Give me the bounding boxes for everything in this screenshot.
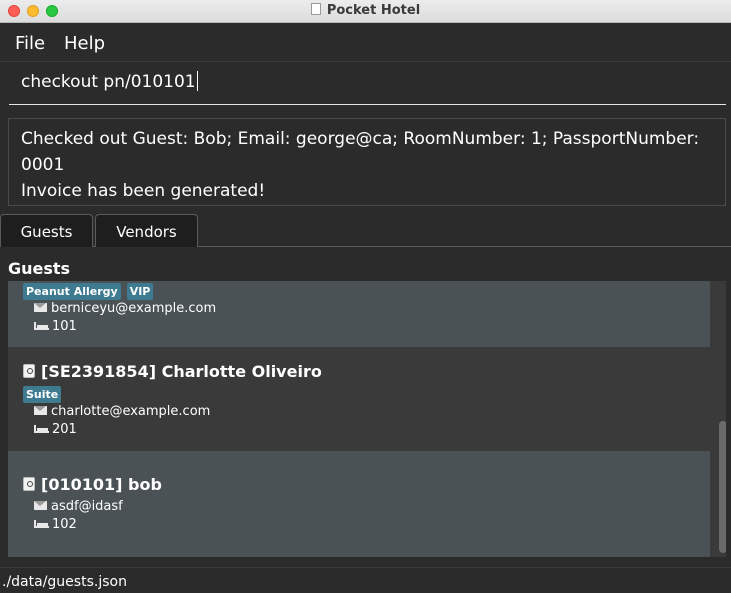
panel-title: Guests <box>8 259 71 278</box>
menu-help[interactable]: Help <box>64 33 105 54</box>
guest-email-row: berniceyu@example.com <box>34 301 216 316</box>
tag-badge: VIP <box>126 283 154 300</box>
guest-card[interactable]: Peanut Allergy VIP berniceyu@example.com … <box>8 281 710 347</box>
guest-list[interactable]: Peanut Allergy VIP berniceyu@example.com … <box>8 281 726 557</box>
tab-bar: Guests Vendors <box>0 212 731 247</box>
guest-passport: [010101] <box>41 475 123 494</box>
command-box: checkout pn/010101 <box>0 62 731 112</box>
tab-vendors[interactable]: Vendors <box>95 214 198 247</box>
guest-name: bob <box>128 475 162 494</box>
passport-icon <box>23 477 35 491</box>
guest-header: [SE2391854] Charlotte Oliveiro <box>23 362 322 381</box>
tab-guests[interactable]: Guests <box>0 214 93 247</box>
text-caret <box>196 71 198 91</box>
document-icon <box>310 3 321 15</box>
command-text: checkout pn/010101 <box>21 72 196 92</box>
result-display-area: Checked out Guest: Bob; Email: george@ca… <box>0 112 731 212</box>
mail-icon <box>34 303 47 312</box>
bed-icon <box>34 322 49 330</box>
result-line-1: Checked out Guest: Bob; Email: george@ca… <box>21 129 700 175</box>
guest-passport: [SE2391854] <box>41 362 157 381</box>
scrollbar-thumb[interactable] <box>719 421 726 553</box>
guest-room-row: 101 <box>34 319 77 334</box>
menu-file[interactable]: File <box>15 33 45 54</box>
guest-email: asdf@idasf <box>51 499 123 514</box>
window-title: Pocket Hotel <box>326 3 421 18</box>
guest-email: berniceyu@example.com <box>51 301 217 316</box>
mail-icon <box>34 501 47 510</box>
guest-card[interactable]: [010101] bob asdf@idasf 102 <box>8 451 710 557</box>
guest-list-panel: Guests Peanut Allergy VIP berniceyu@examp… <box>0 247 731 567</box>
guest-room-row: 102 <box>34 517 77 532</box>
command-input[interactable]: checkout pn/010101 <box>9 69 726 105</box>
bed-icon <box>34 520 49 528</box>
guest-room-row: 201 <box>34 422 77 437</box>
window-titlebar: Pocket Hotel <box>0 0 731 23</box>
guest-room: 201 <box>52 422 77 437</box>
scrollbar-track[interactable] <box>718 281 726 557</box>
guest-email-row: asdf@idasf <box>34 499 123 514</box>
mail-icon <box>34 406 47 415</box>
guest-card[interactable]: [SE2391854] Charlotte Oliveiro Suite cha… <box>8 347 710 451</box>
tag-list: Suite <box>23 386 67 403</box>
data-file-path: ./data/guests.json <box>2 574 127 590</box>
tag-badge: Suite <box>23 386 62 403</box>
bed-icon <box>34 425 49 433</box>
guest-header: [010101] bob <box>23 475 162 494</box>
guest-room: 101 <box>52 319 77 334</box>
guest-email-row: charlotte@example.com <box>34 404 210 419</box>
status-bar: ./data/guests.json <box>0 567 731 593</box>
guest-name: Charlotte Oliveiro <box>161 362 322 381</box>
guest-room: 102 <box>52 517 77 532</box>
tag-badge: Peanut Allergy <box>23 283 121 300</box>
result-line-2: Invoice has been generated! <box>21 181 266 201</box>
result-display[interactable]: Checked out Guest: Bob; Email: george@ca… <box>8 118 726 206</box>
guest-email: charlotte@example.com <box>51 404 211 419</box>
passport-icon <box>23 364 35 378</box>
tag-list: Peanut Allergy VIP <box>23 283 159 300</box>
menu-bar: File Help <box>0 23 731 62</box>
